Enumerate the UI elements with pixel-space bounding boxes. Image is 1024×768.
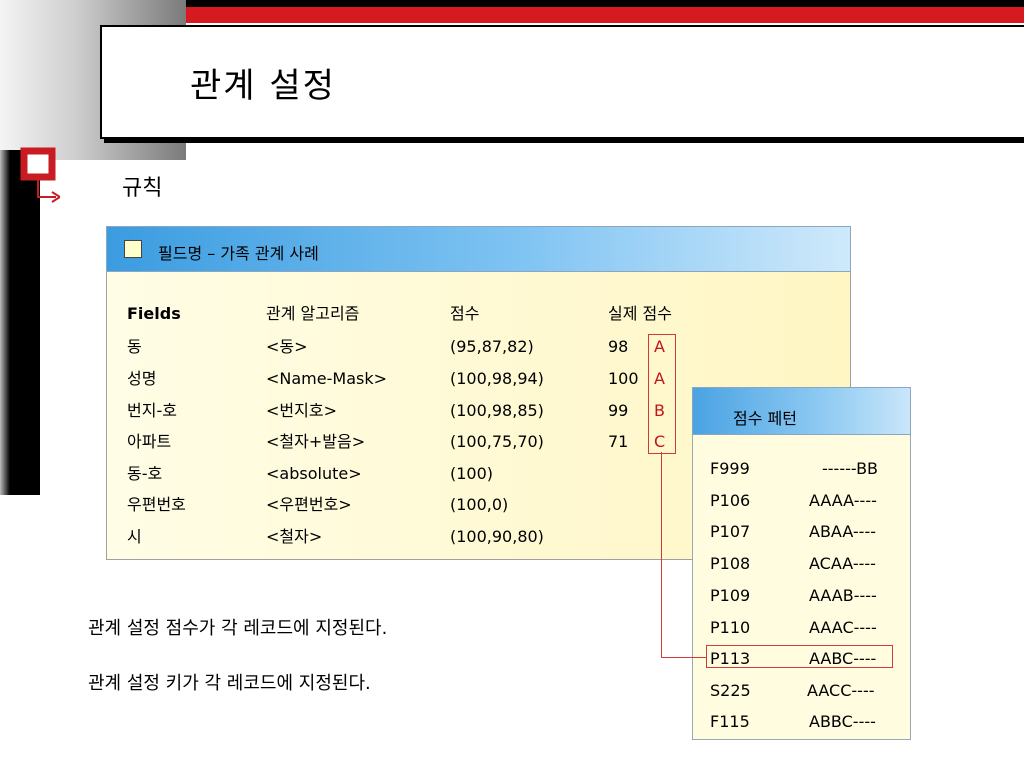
- field-cell: 동: [127, 337, 142, 356]
- score-pattern-header: [692, 387, 911, 435]
- score-cell: (100,90,80): [450, 527, 544, 546]
- pattern-value: AACC----: [807, 681, 875, 700]
- column-header-score: 점수: [450, 304, 480, 323]
- column-header-actual: 실제 점수: [608, 304, 672, 323]
- pattern-value: ABBC----: [809, 712, 876, 731]
- score-cell: (100,98,94): [450, 369, 544, 388]
- algorithm-cell: <우편번호>: [266, 495, 352, 514]
- left-bar-shade: [0, 150, 10, 495]
- pattern-value: ABAA----: [809, 522, 876, 541]
- pattern-code: F115: [710, 712, 750, 731]
- section-heading: 규칙: [122, 176, 163, 201]
- actual-score-cell: 100: [608, 369, 639, 388]
- score-cell: (100): [450, 464, 494, 483]
- note-text: 관계 설정 점수가 각 레코드에 지정된다.: [88, 618, 388, 639]
- algorithm-cell: <번지호>: [266, 401, 337, 420]
- pattern-value: ACAA----: [809, 554, 876, 573]
- score-cell: (95,87,82): [450, 337, 534, 356]
- top-red-stripe: [186, 7, 1024, 23]
- pattern-code: S225: [710, 681, 751, 700]
- pattern-code: P108: [710, 554, 751, 573]
- pattern-value: AAAB----: [809, 586, 877, 605]
- connector-line-vertical: [661, 452, 662, 657]
- pattern-code: P106: [710, 491, 751, 510]
- pattern-value: AAAA----: [809, 491, 877, 510]
- pattern-code: F999: [710, 459, 750, 478]
- panel-header-label: 필드명 – 가족 관계 사례: [158, 244, 319, 263]
- field-cell: 동-호: [127, 464, 163, 483]
- column-header-algorithm: 관계 알고리즘: [266, 304, 360, 323]
- pattern-code: P109: [710, 586, 751, 605]
- pattern-value: AAAC----: [809, 618, 877, 637]
- bullet-arrow-icon: [20, 147, 60, 203]
- pattern-highlight-box: [706, 645, 893, 668]
- algorithm-cell: <철자+발음>: [266, 432, 366, 451]
- connector-line-horizontal: [661, 657, 706, 658]
- pattern-code: P110: [710, 618, 751, 637]
- page-title: 관계 설정: [190, 66, 336, 106]
- actual-score-cell: 71: [608, 432, 629, 451]
- score-pattern-title: 점수 페턴: [733, 409, 797, 428]
- algorithm-cell: <absolute>: [266, 464, 362, 483]
- score-cell: (100,0): [450, 495, 509, 514]
- score-cell: (100,75,70): [450, 432, 544, 451]
- field-cell: 시: [127, 527, 142, 546]
- field-cell: 성명: [127, 369, 157, 388]
- note-text: 관계 설정 키가 각 레코드에 지정된다.: [88, 673, 371, 694]
- actual-score-cell: 98: [608, 337, 629, 356]
- grade-highlight-bracket: [648, 334, 676, 454]
- actual-score-cell: 99: [608, 401, 629, 420]
- panel-checkbox-icon: [124, 240, 142, 258]
- column-header-fields: Fields: [127, 304, 181, 323]
- algorithm-cell: <동>: [266, 337, 308, 356]
- field-cell: 우편번호: [127, 495, 186, 514]
- algorithm-cell: <철자>: [266, 527, 323, 546]
- pattern-code: P107: [710, 522, 751, 541]
- top-black-stripe: [186, 0, 1024, 7]
- field-cell: 번지-호: [127, 401, 177, 420]
- field-cell: 아파트: [127, 432, 172, 451]
- score-cell: (100,98,85): [450, 401, 544, 420]
- algorithm-cell: <Name-Mask>: [266, 369, 387, 388]
- pattern-value: ------BB: [822, 459, 879, 478]
